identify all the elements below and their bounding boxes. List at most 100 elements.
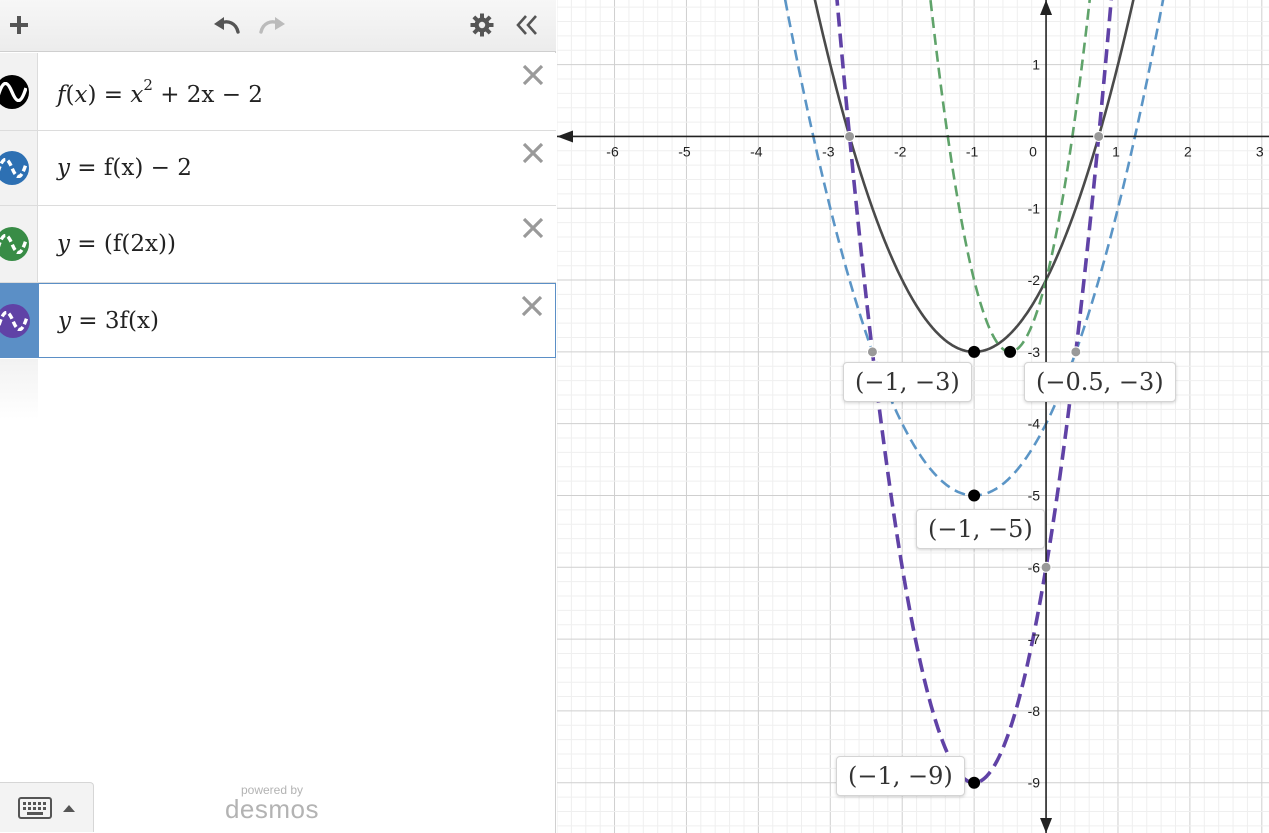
expression-tab-1[interactable] [0,53,38,130]
intersection-point [866,346,878,358]
expression-tab-2[interactable] [0,131,38,205]
y-tick-label: -2 [1028,272,1041,288]
math-token: x [74,81,88,108]
delete-expression-button[interactable] [519,214,547,242]
plus-icon [10,16,28,34]
y-tick-label: -8 [1028,703,1041,719]
redo-icon [259,17,285,34]
y-tick-label: -1 [1028,200,1041,216]
x-tick-label: -3 [822,143,835,159]
x-tick-label: -1 [966,143,979,159]
math-token: = [70,231,104,257]
new-expression-slot[interactable] [0,359,38,419]
point-label-vertex-shift[interactable]: (−1, −5) [916,509,1045,549]
close-icon [522,142,544,164]
vertex-point [968,345,981,358]
math-token: y [57,155,70,181]
keyboard-toggle-button[interactable] [0,782,94,832]
math-token: (f(2x)) [103,231,176,257]
delete-expression-button[interactable] [519,139,547,167]
expression-row-2[interactable]: y = f(x) − 2 [0,131,556,206]
graph-svg[interactable]: -6 -5 -4 -3 -2 -1 0 1 2 3 1 -1 -2 -3 -4 … [557,0,1269,833]
y-tick-label: -4 [1028,416,1041,432]
vertex-point [1004,345,1017,358]
math-token: f [57,81,66,108]
graph-style-icon[interactable] [0,227,29,261]
redo-button[interactable] [255,6,289,44]
vertex-point [968,776,981,789]
math-token: = [71,307,105,334]
expression-math-2[interactable]: y = f(x) − 2 [57,155,192,181]
collapse-panel-button[interactable] [511,6,543,44]
wave-icon [0,81,27,102]
y-tick-label: -3 [1028,344,1041,360]
y-tick-label: -7 [1028,631,1041,647]
math-token: y [57,231,70,257]
undo-icon [214,17,240,34]
graph-style-icon[interactable] [0,151,29,185]
gear-icon [470,13,494,37]
x-tick-label: -2 [894,143,907,159]
desmos-brand: powered by desmos [222,784,322,822]
x-tick-label: -6 [606,143,619,159]
expression-toolbar [0,0,556,52]
math-token: f(x) − 2 [103,155,192,181]
origin-tick-label: 0 [1029,143,1037,159]
settings-button[interactable] [466,6,498,44]
expression-math-1[interactable]: f(x) = x2 + 2x − 2 [57,76,263,108]
graph-canvas[interactable]: -6 -5 -4 -3 -2 -1 0 1 2 3 1 -1 -2 -3 -4 … [557,0,1269,833]
math-token: + 2x − 2 [152,81,263,108]
dashed-wave-icon [0,158,27,178]
expression-row-3[interactable]: y = (f(2x)) [0,206,556,283]
expression-panel: f(x) = x2 + 2x − 2 y = f(x) − 2 y = (f(2… [0,0,556,833]
graph-axes [557,0,1269,833]
graph-style-icon[interactable] [0,303,30,338]
expression-math-4[interactable]: y = 3f(x) [58,308,159,334]
y-tick-label: 1 [1032,57,1040,73]
delete-expression-button[interactable] [519,61,547,89]
add-expression-button[interactable] [4,6,34,44]
x-tick-label: 2 [1184,143,1192,159]
close-icon [522,217,544,239]
math-token: = [96,81,131,108]
math-token: = [70,155,104,181]
math-token: y [58,307,71,334]
intersection-point [1070,346,1082,358]
x-tick-label: 3 [1256,143,1264,159]
desmos-logo: desmos [224,794,320,824]
x-axis-arrow-icon [557,130,573,143]
point-label-vertex-scaled[interactable]: (−1, −9) [836,756,965,796]
point-label-vertex-f2x[interactable]: (−0.5, −3) [1024,362,1176,402]
expression-tab-4[interactable] [0,284,39,357]
x-tick-label: -5 [678,143,691,159]
close-icon [521,295,543,317]
double-chevron-left-icon [516,15,537,35]
dashed-wave-icon [0,234,27,254]
keyboard-icon [17,796,52,819]
math-token: x [130,81,144,108]
point-label-vertex-f[interactable]: (−1, −3) [843,362,972,402]
delete-expression-button[interactable] [518,292,546,320]
expression-row-4[interactable]: y = 3f(x) [0,283,556,358]
curve-2 [783,0,1165,497]
curve-1 [813,0,1135,354]
caret-up-icon [62,804,75,812]
y-tick-label: -5 [1028,487,1041,503]
expression-math-3[interactable]: y = (f(2x)) [57,231,176,257]
dashed-wave-icon [0,310,28,331]
graph-style-icon[interactable] [0,74,29,109]
intersection-point [844,130,856,142]
expression-row-1[interactable]: f(x) = x2 + 2x − 2 [0,53,556,131]
x-tick-label: 1 [1112,143,1120,159]
math-token: 3f(x) [104,307,159,334]
intersection-point [1093,130,1105,142]
undo-button[interactable] [210,6,244,44]
y-tick-label: -9 [1028,775,1041,791]
vertex-point [968,489,981,502]
close-icon [522,64,544,86]
grid-lines [557,0,1269,833]
math-exponent: 2 [143,75,153,94]
intersection-point [1040,561,1052,573]
expression-tab-3[interactable] [0,206,38,282]
y-tick-label: -6 [1028,559,1041,575]
